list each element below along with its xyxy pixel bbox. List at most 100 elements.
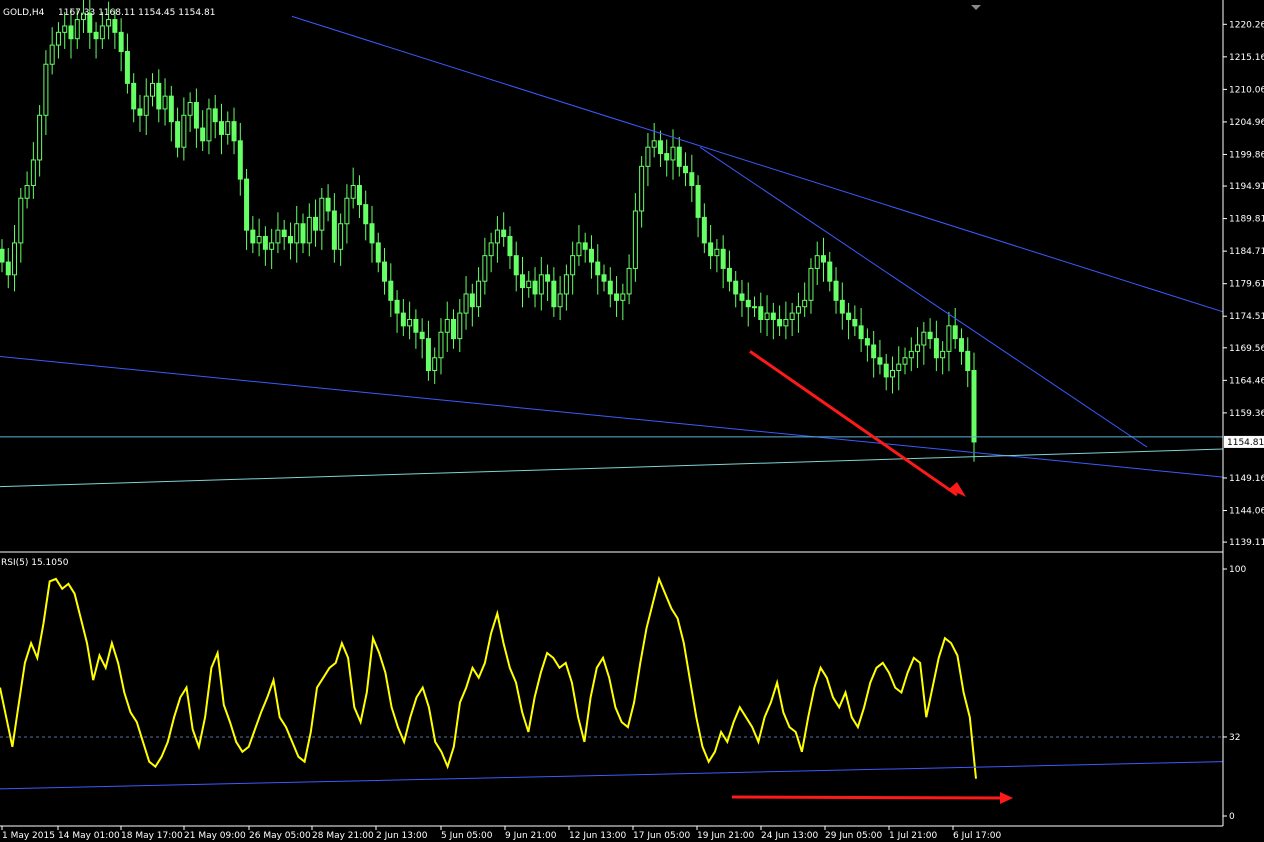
candle-body [601,274,607,282]
candle-body [212,108,218,123]
candle-body [927,331,933,340]
symbol-title: GOLD,H4 [3,8,45,18]
time-tick-label: 5 Jun 05:00 [441,831,493,841]
candle-body [375,242,381,263]
candle-body [187,102,193,116]
candle-body [325,197,331,212]
candle-body [739,293,745,301]
candle-body [294,223,300,244]
price-tick-label: 1220.26 [1229,20,1264,30]
candle-body [425,338,431,372]
candle-body [156,82,162,110]
rsi-trendline [0,761,1224,790]
candle-body [30,159,36,186]
candle-body [482,255,488,282]
candle-body [55,31,61,46]
price-tick-label: 1210.06 [1229,85,1264,95]
candle-body [356,184,362,206]
price-tick-label: 1189.81 [1229,215,1264,225]
candle-body [513,255,519,276]
candle-body [162,95,168,110]
candle-body [645,146,651,167]
candle-body [726,267,732,282]
time-tick-label: 26 May 05:00 [249,831,311,841]
candle-body [231,121,237,142]
rsi-tick-label: 32 [1229,733,1240,743]
candle-body [244,178,250,231]
candle-body [595,261,601,276]
candle-body [250,229,256,244]
candle-body [883,363,889,378]
candle-body [852,318,858,327]
candle-body [319,197,325,231]
candle-body [946,325,952,352]
candle-body [168,95,174,123]
chart-canvas: 1220.26 1215.16 1210.06 1204.96 1199.86 1194.… [0,0,1264,841]
price-panel [0,0,1224,497]
candle-body [131,82,137,110]
candle-body [181,114,187,148]
candle-body [626,267,632,295]
candle-body [777,318,783,327]
candle-body [783,318,789,327]
candle-body [764,312,770,320]
rsi-panel [0,575,1224,804]
candle-body [206,108,212,142]
time-tick-label: 19 Jun 21:00 [697,831,754,841]
candle-body [62,25,68,33]
time-tick-label: 9 Jun 21:00 [505,831,557,841]
candle-body [451,318,457,340]
rsi-arrow-line [731,795,1004,800]
candle-body [576,242,582,257]
candle-body [269,242,275,250]
candle-body [12,242,18,276]
candle-body [877,357,883,365]
candle-body [846,312,852,320]
candle-body [896,363,902,372]
current-price-label: 1154.81 [1227,438,1264,448]
candle-body [407,318,413,327]
candle-body [720,248,726,269]
candle-body [24,184,30,199]
candle-body [940,350,946,359]
candle-body [419,331,425,340]
candle-body [99,25,105,40]
candle-body [670,146,676,161]
price-tick-label: 1199.86 [1229,150,1264,160]
time-tick-label: 2 Jun 13:00 [376,831,428,841]
rsi-arrow-head [1000,792,1013,804]
candle-body [639,165,645,212]
candle-body [137,108,143,116]
rsi-tick-label: 0 [1229,812,1235,822]
candle-body [620,293,626,301]
candle-body [676,146,682,167]
time-tick-label: 1 May 2015 [2,831,55,841]
candle-body [118,31,124,52]
candle-body [112,19,118,33]
candle-body [193,102,199,129]
price-tick-label: 1149.16 [1229,474,1264,484]
candle-body [18,197,24,244]
candle-body [394,299,400,314]
candle-body [306,216,312,244]
candle-body [413,318,419,333]
upper-trendline [291,15,1224,313]
candle-body [689,172,695,186]
candle-body [494,229,500,244]
candle-body [614,293,620,301]
candle-body [933,338,939,359]
candle-body [218,121,224,135]
candle-body [770,312,776,320]
candle-body [143,95,149,116]
candle-body [74,19,80,40]
time-tick-label: 17 Jun 05:00 [633,831,690,841]
candle-body [124,50,130,84]
candle-body [971,370,977,443]
candle-body [388,280,394,301]
candle-body [5,261,11,276]
candle-body [488,242,494,257]
candle-body [519,274,525,289]
candle-body [93,31,99,40]
candle-body [651,140,657,148]
candle-body [701,216,707,244]
